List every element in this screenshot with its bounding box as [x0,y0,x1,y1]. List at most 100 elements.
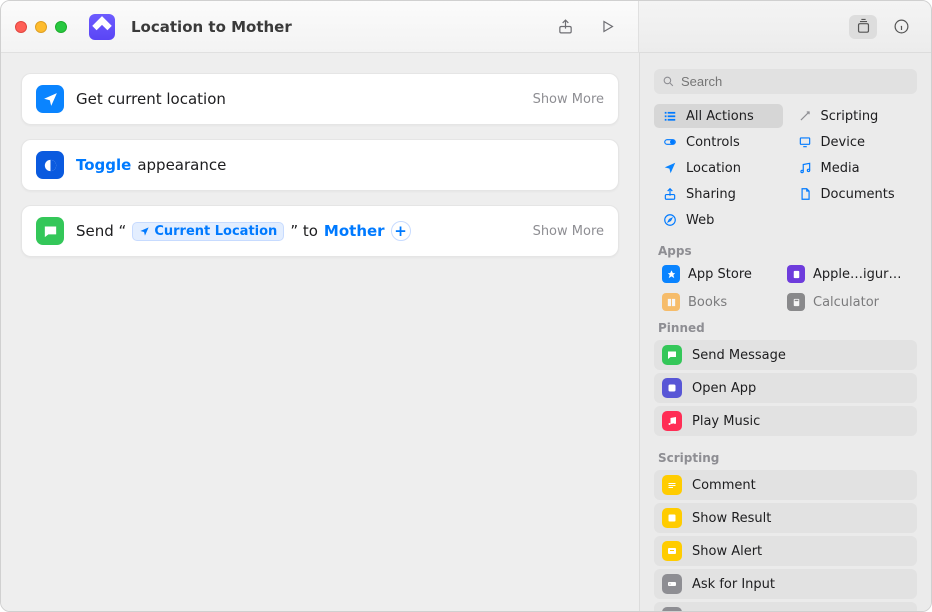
open-icon [662,378,682,398]
action-get-current-location[interactable]: Get current location Show More [21,73,619,125]
toggle-icon [662,134,678,150]
toggle-link[interactable]: Toggle [76,156,131,174]
sidebar-toolbar [639,1,931,53]
category-web[interactable]: Web [654,208,783,232]
category-label: Web [686,213,714,228]
scripting-ask-for-input[interactable]: Ask for Input [654,569,917,599]
category-label: Documents [821,187,895,202]
show-more-button[interactable]: Show More [533,224,604,239]
safari-icon [662,212,678,228]
action-send-message[interactable]: Send “ Current Location ” to Mother + Sh… [21,205,619,257]
category-label: Controls [686,135,740,150]
pinned-open-app[interactable]: Open App [654,373,917,403]
list-item-label: Show Alert [692,544,762,559]
category-label: Media [821,161,860,176]
app-apple-configurator[interactable]: Apple…igurator [779,261,917,287]
alert-icon [662,541,682,561]
category-documents[interactable]: Documents [789,182,918,206]
category-grid: All Actions Scripting Controls Device [650,104,921,238]
shortcut-icon [89,14,115,40]
scripting-header: Scripting [650,445,921,468]
sigma-icon: Σ [662,607,682,611]
shortcuts-editor-window: Location to Mother [0,0,932,612]
recipient-link[interactable]: Mother [324,222,385,240]
books-icon [662,293,680,311]
category-sharing[interactable]: Sharing [654,182,783,206]
titlebar: Location to Mother [1,1,639,53]
send-mid: ” to [290,222,318,240]
list-item-label: Open App [692,381,756,396]
send-prefix: Send “ [76,222,126,240]
maximize-button[interactable] [55,21,67,33]
input-icon [662,574,682,594]
app-app-store[interactable]: App Store [654,261,773,287]
scripting-count[interactable]: Σ Count [654,602,917,611]
search-input[interactable] [681,74,909,89]
messages-icon [36,217,64,245]
variable-label: Current Location [154,224,277,239]
app-books[interactable]: Books [654,289,773,315]
workflow-canvas[interactable]: Get current location Show More Toggle ap… [1,53,639,611]
search-field[interactable] [654,69,917,94]
variable-current-location[interactable]: Current Location [132,222,284,241]
music-icon [662,411,682,431]
category-label: Sharing [686,187,736,202]
category-scripting[interactable]: Scripting [789,104,918,128]
app-label: App Store [688,267,752,282]
list-item-label: Show Result [692,511,771,526]
traffic-lights [15,21,67,33]
scripting-show-alert[interactable]: Show Alert [654,536,917,566]
appearance-icon [36,151,64,179]
content-area: Get current location Show More Toggle ap… [1,53,931,611]
category-location[interactable]: Location [654,156,783,180]
app-calculator[interactable]: Calculator [779,289,917,315]
scripting-comment[interactable]: Comment [654,470,917,500]
list-item-label: Play Music [692,414,760,429]
comment-icon [662,475,682,495]
list-item-label: Ask for Input [692,577,775,592]
library-toggle-button[interactable] [849,15,877,39]
scripting-list: Comment Show Result Show Alert Ask for I… [650,468,921,611]
pinned-send-message[interactable]: Send Message [654,340,917,370]
share-button[interactable] [548,13,582,41]
calculator-icon [787,293,805,311]
location-icon [662,160,678,176]
wand-icon [797,108,813,124]
actions-library-sidebar: All Actions Scripting Controls Device [639,53,931,611]
category-label: All Actions [686,109,754,124]
pinned-list: Send Message Open App Play Music [650,338,921,445]
search-icon [662,75,675,88]
add-recipient-button[interactable]: + [391,221,411,241]
pinned-play-music[interactable]: Play Music [654,406,917,436]
close-button[interactable] [15,21,27,33]
action-title: Get current location [76,90,226,108]
run-button[interactable] [590,13,624,41]
app-label: Apple…igurator [813,267,909,282]
action-toggle-appearance[interactable]: Toggle appearance [21,139,619,191]
music-icon [797,160,813,176]
scripting-show-result[interactable]: Show Result [654,503,917,533]
document-icon [797,186,813,202]
category-controls[interactable]: Controls [654,130,783,154]
apps-header: Apps [650,238,921,261]
list-item-label: Comment [692,478,756,493]
share-icon [662,186,678,202]
list-item-label: Send Message [692,348,786,363]
device-icon [797,134,813,150]
app-label: Calculator [813,295,879,310]
messages-icon [662,345,682,365]
show-more-button[interactable]: Show More [533,92,604,107]
category-device[interactable]: Device [789,130,918,154]
configurator-icon [787,265,805,283]
minimize-button[interactable] [35,21,47,33]
pinned-header: Pinned [650,315,921,338]
action-suffix: appearance [137,156,226,174]
category-media[interactable]: Media [789,156,918,180]
apps-grid: App Store Apple…igurator Books Calculato… [650,261,921,315]
list-icon [662,108,678,124]
category-all-actions[interactable]: All Actions [654,104,783,128]
app-label: Books [688,295,727,310]
category-label: Scripting [821,109,879,124]
list-item-label: Count [692,610,731,612]
info-button[interactable] [887,15,915,39]
